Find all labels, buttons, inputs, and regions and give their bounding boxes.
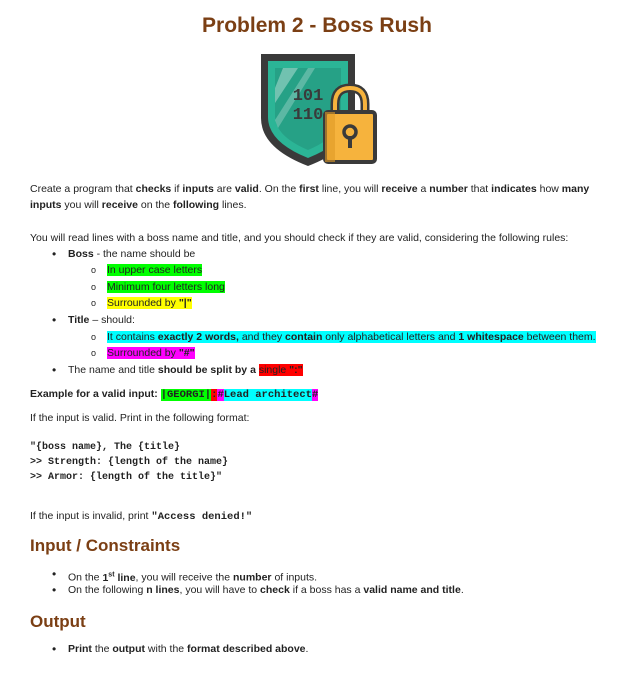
intro-p1-run: if — [171, 183, 183, 195]
intro-p1-run: checks — [135, 183, 172, 195]
format-block: "{boss name}, The {title} >> Strength: {… — [30, 442, 229, 483]
output-item-1: Print the output with the format describ… — [52, 642, 308, 657]
svg-text:101: 101 — [293, 87, 324, 106]
title-item1-run: exactly 2 words, — [157, 331, 239, 343]
intro-p1-run: . On the — [258, 183, 300, 195]
rule-split: The name and title should be split by a … — [52, 363, 303, 378]
invalid-line: If the input is invalid, print "Access d… — [30, 510, 253, 523]
intro-p1b-run: lines. — [219, 199, 247, 211]
intro-p1-run: first — [299, 183, 319, 195]
intro-p1-run: receive — [381, 183, 418, 195]
intro-p1-run: many — [561, 183, 590, 195]
intro-rules-lead: You will read lines with a boss name and… — [30, 232, 569, 244]
intro-p1-run: indicates — [491, 183, 537, 195]
input-item-2: On the following n lines, you will have … — [52, 583, 464, 598]
intro-p1-run: Create a program that — [30, 183, 136, 195]
intro-p1b-run: on the — [137, 199, 173, 211]
title-item1-run: It contains — [107, 331, 158, 343]
intro-p1-run: valid — [234, 183, 259, 195]
intro-p1b-run: you will — [61, 199, 102, 211]
intro-p1-run: a — [417, 183, 430, 195]
rule-title-item-1: It contains exactly 2 words, and they co… — [91, 330, 596, 345]
intro-p1b-run: following — [173, 199, 220, 211]
page-title: Problem 2 - Boss Rush — [202, 14, 432, 37]
shield-lock-icon: 101 110 — [261, 54, 377, 166]
intro-line-1: Create a program that checks if inputs a… — [30, 181, 589, 197]
rule-title-item-2: Surrounded by "#" — [91, 346, 195, 361]
intro-p1b-run: inputs — [30, 199, 62, 211]
rule-title: Title – should: — [52, 313, 135, 328]
rule-boss-item-1: In upper case letters — [91, 263, 203, 278]
intro-p1-run: inputs — [182, 183, 214, 195]
title-item1-run: between them. — [523, 331, 596, 343]
intro-p1b-run: receive — [101, 199, 138, 211]
rule-boss-item-2: Minimum four letters long — [91, 280, 225, 295]
section-output-heading: Output — [30, 612, 86, 631]
intro-p1-run: line, you will — [318, 183, 382, 195]
title-item1-run: only alphabetical letters and — [322, 331, 459, 343]
rule-boss-item-3: Surrounded by "|" — [91, 296, 192, 311]
section-input-heading: Input / Constraints — [30, 536, 181, 555]
format-intro: If the input is valid. Print in the foll… — [30, 412, 250, 424]
title-item1-run: contain — [285, 331, 323, 343]
title-item1-run: and they — [238, 331, 286, 343]
example-line: Example for a valid input: |GEORGI|:#Lea… — [30, 388, 319, 401]
intro-p1-run: how — [536, 183, 562, 195]
intro-line-2: inputs you will receive on the following… — [30, 197, 247, 213]
intro-p1-run: number — [429, 183, 468, 195]
rule-boss: Boss - the name should be — [52, 247, 195, 262]
intro-p1-run: are — [213, 183, 235, 195]
title-item1-run: 1 whitespace — [458, 331, 524, 343]
svg-text:110: 110 — [293, 106, 324, 125]
intro-p1-run: that — [467, 183, 492, 195]
